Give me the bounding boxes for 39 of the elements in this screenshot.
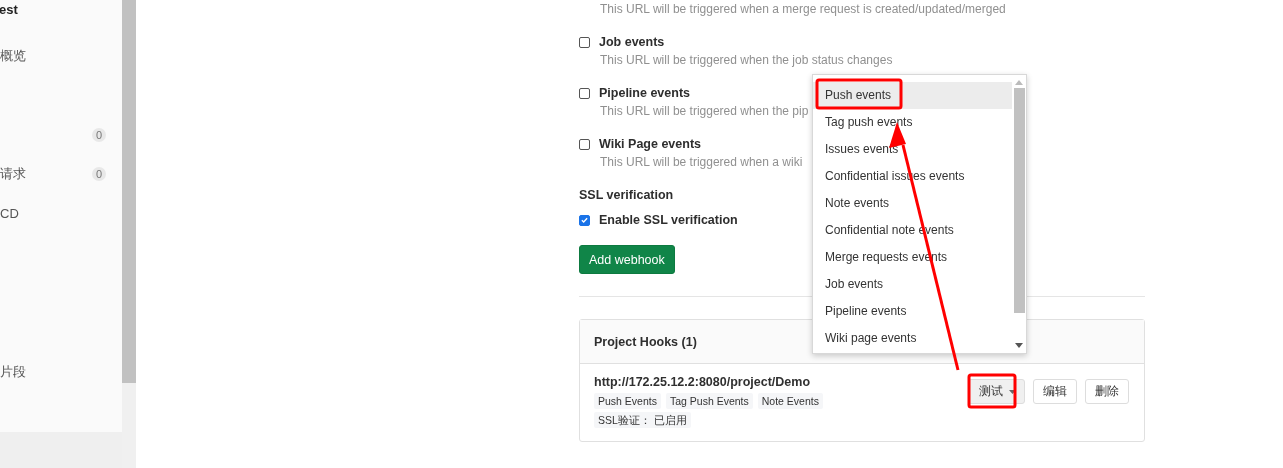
count-badge: 0 (91, 127, 106, 142)
event-tag: Tag Push Events (665, 393, 753, 409)
section-heading: SSL verification (579, 187, 674, 204)
menu-item[interactable]: Job events (813, 271, 1012, 298)
sidebar-item[interactable]: 片段 (0, 362, 26, 381)
checkbox-label[interactable]: Enable SSL verification (599, 213, 738, 227)
scroll-down-icon[interactable] (1015, 343, 1023, 348)
checkbox[interactable] (579, 87, 590, 99)
checkbox-label[interactable]: Wiki Page events (599, 137, 701, 151)
count-badge: 0 (91, 167, 106, 182)
checkbox-label[interactable]: Job events (599, 35, 665, 49)
event-tag: Push Events (594, 393, 661, 409)
sidebar-item[interactable]: 请求 (0, 165, 26, 184)
card-title: Project Hooks (1) (594, 334, 697, 349)
menu-item[interactable]: Note events (813, 190, 1012, 217)
menu-item[interactable]: Wiki page events (813, 325, 1012, 352)
help-text: This URL will be triggered when the pip (599, 103, 810, 120)
event-tag: Note Events (757, 393, 823, 409)
hook-url: http://172.25.12.2:8080/project/Demo (594, 374, 812, 390)
checkbox[interactable] (579, 36, 590, 48)
menu-item[interactable]: Push events (813, 82, 1012, 109)
action-button[interactable]: 删除 (1085, 379, 1129, 404)
checkbox[interactable] (579, 138, 590, 150)
menu-item[interactable]: Tag push events (813, 109, 1012, 136)
sidebar-item[interactable]: CD (0, 206, 19, 222)
help-text: This URL will be triggered when a merge request is created/updated/merged (599, 1, 1007, 18)
menu-item[interactable]: Pipeline events (813, 298, 1012, 325)
help-text: This URL will be triggered when a wiki (599, 154, 804, 171)
menu-item[interactable]: Issues events (813, 136, 1012, 163)
project-name: est (0, 1, 18, 17)
caret-icon (1009, 389, 1016, 394)
highlight-box (967, 373, 1017, 409)
checkbox-label[interactable]: Pipeline events (599, 86, 690, 100)
action-button[interactable]: 编辑 (1033, 379, 1077, 404)
ssl-tag: SSL验证： 已启用 (594, 412, 691, 428)
help-text: This URL will be triggered when the job status changes (599, 52, 894, 69)
add-webhook-button[interactable]: Add webhook (579, 245, 675, 274)
sidebar-item[interactable]: 概览 (0, 46, 26, 65)
checkbox[interactable] (579, 214, 590, 226)
